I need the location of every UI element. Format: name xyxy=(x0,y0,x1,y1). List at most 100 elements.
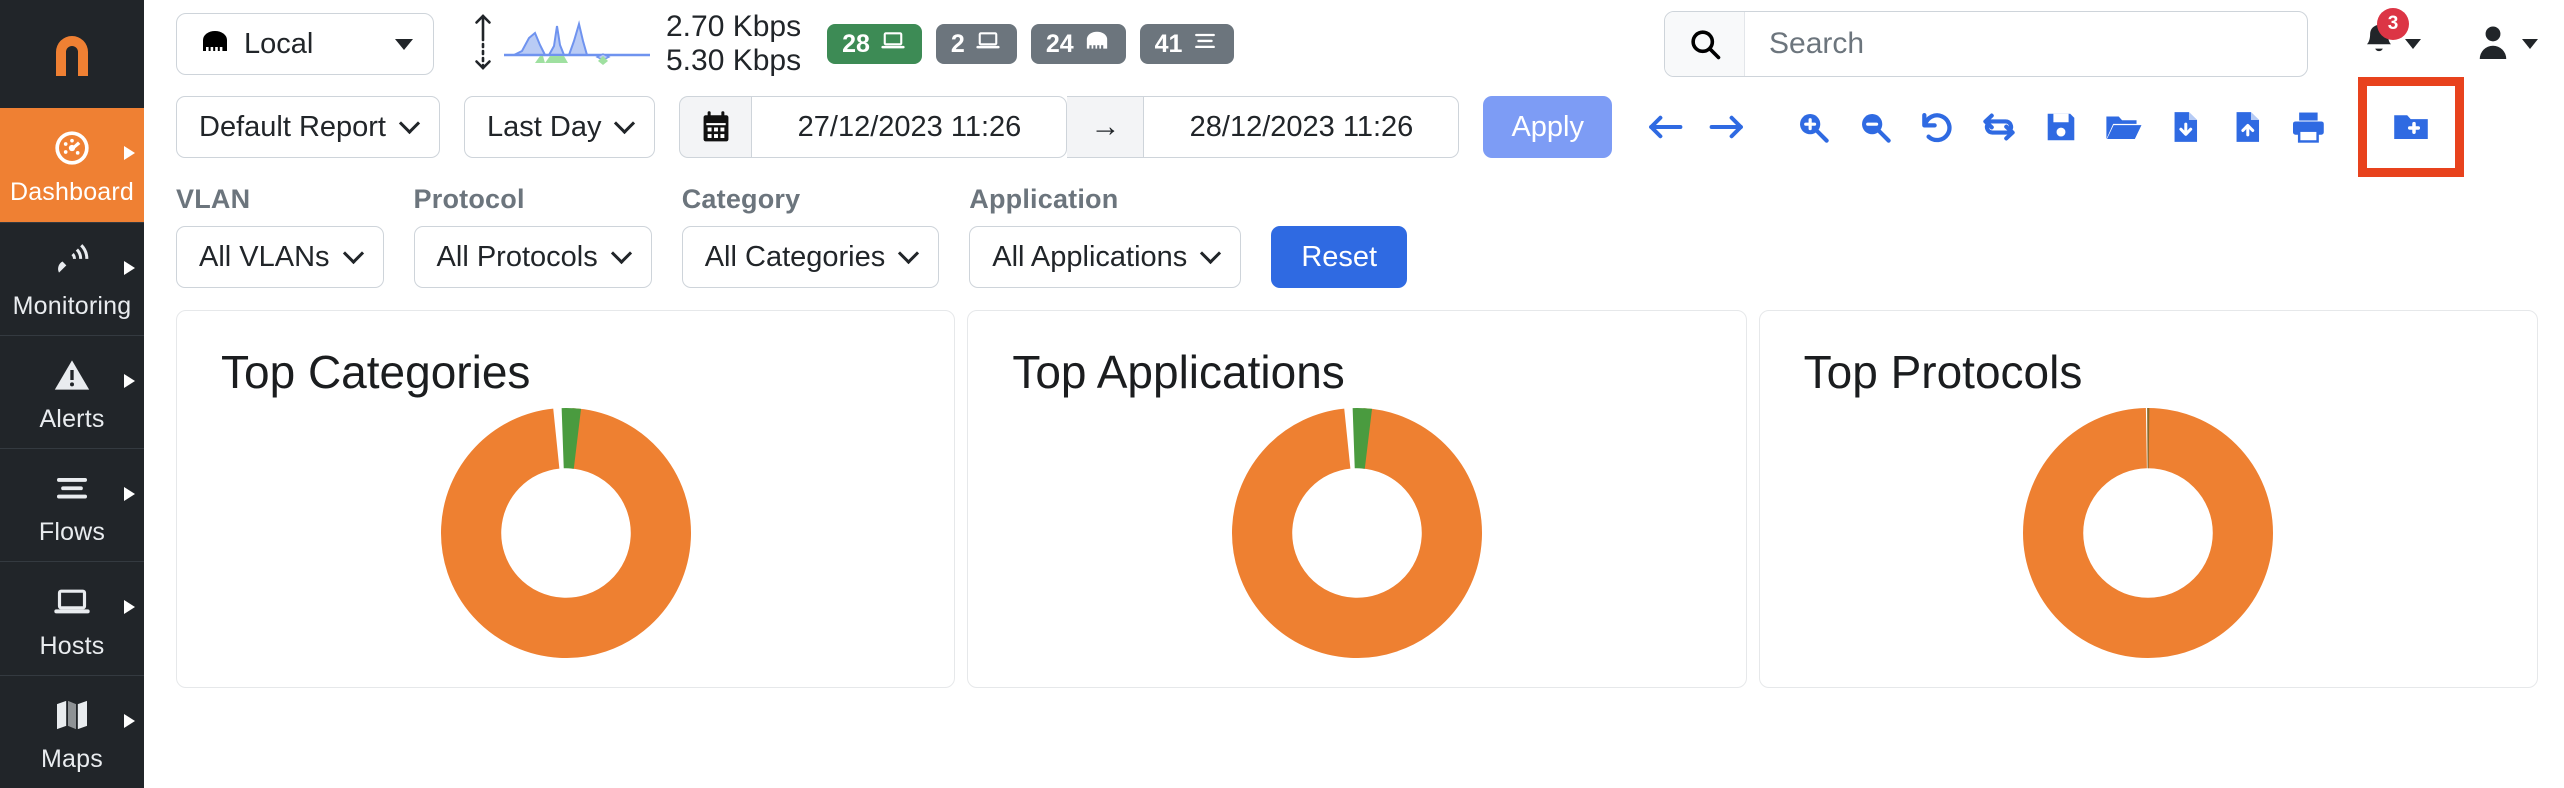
save-icon[interactable] xyxy=(2030,96,2092,158)
back-arrow-icon[interactable] xyxy=(1634,96,1696,158)
chevron-right-icon xyxy=(124,146,135,161)
range-arrow-icon: → xyxy=(1067,96,1144,158)
donut-chart-protocols[interactable] xyxy=(1804,407,2493,658)
time-preset-selector[interactable]: Last Day xyxy=(464,96,656,158)
traffic-indicator: 2.70 Kbps 5.30 Kbps xyxy=(470,10,801,77)
ntopng-logo[interactable] xyxy=(0,0,144,109)
filter-label: Category xyxy=(681,184,801,214)
filter-protocol[interactable]: All Protocols xyxy=(413,226,652,288)
filter-label: Protocol xyxy=(413,184,525,214)
laptop-icon xyxy=(52,579,92,625)
badge-hosts-remote[interactable]: 2 xyxy=(935,24,1017,64)
card-top-categories: Top Categories xyxy=(176,310,956,688)
gauge-icon xyxy=(52,125,92,171)
sidebar-item-label: Flows xyxy=(38,518,106,547)
report-value: Default Report xyxy=(199,110,386,143)
undo-icon[interactable] xyxy=(1906,96,1968,158)
filter-value: All VLANs xyxy=(199,240,330,273)
filter-label: VLAN xyxy=(176,184,251,214)
sidebar-item-monitoring[interactable]: Monitoring xyxy=(0,221,144,335)
chevron-down-icon xyxy=(898,242,920,265)
laptop-icon xyxy=(974,30,1002,59)
forward-arrow-icon[interactable] xyxy=(1696,96,1758,158)
search-icon[interactable] xyxy=(1665,12,1745,76)
folder-open-icon[interactable] xyxy=(2092,96,2154,158)
print-icon[interactable] xyxy=(2278,96,2340,158)
chevron-right-icon xyxy=(124,260,135,275)
chevron-right-icon xyxy=(124,713,135,728)
sidebar-item-flows[interactable]: Flows xyxy=(0,448,144,561)
app-root: Dashboard Monitoring Alerts Flows Hosts … xyxy=(0,0,2564,788)
sidebar-item-label: Alerts xyxy=(39,405,105,434)
download-rate: 5.30 Kbps xyxy=(666,44,802,77)
sidebar-item-label: Monitoring xyxy=(12,291,132,320)
calendar-icon[interactable] xyxy=(679,96,752,158)
search-input[interactable] xyxy=(1745,12,2307,76)
status-badges: 28 2 24 41 xyxy=(827,24,1235,64)
chevron-down-icon xyxy=(614,112,636,135)
topbar-right: 3 xyxy=(1664,7,2538,77)
badge-devices[interactable]: 24 xyxy=(1030,24,1126,64)
user-menu-button[interactable] xyxy=(2473,21,2538,68)
chevron-right-icon xyxy=(124,373,135,388)
main-content: Local 2.70 Kbps 5.30 Kbps 28 2 24 41 Sea… xyxy=(144,0,2564,788)
zoom-out-icon[interactable] xyxy=(1844,96,1906,158)
badge-value: 28 xyxy=(842,29,870,58)
chevron-down-icon xyxy=(2522,39,2538,49)
ethernet-port-icon xyxy=(199,29,231,60)
updown-arrows-icon xyxy=(470,11,496,78)
zoom-in-icon[interactable] xyxy=(1782,96,1844,158)
date-from-input[interactable]: 27/12/2023 11:26 xyxy=(751,96,1068,158)
sidebar-item-dashboard[interactable]: Dashboard xyxy=(0,108,144,222)
filter-category-group: Category All Categories xyxy=(681,184,940,288)
filter-application-group: Application All Applications xyxy=(969,184,1242,288)
sidebar-item-alerts[interactable]: Alerts xyxy=(0,334,144,448)
card-title: Top Applications xyxy=(1012,346,1345,398)
upload-rate: 2.70 Kbps xyxy=(666,10,802,44)
sidebar-item-label: Hosts xyxy=(39,631,105,660)
chevron-down-icon xyxy=(1200,242,1222,265)
donut-chart-applications[interactable] xyxy=(1012,407,1701,658)
refresh-icon[interactable] xyxy=(1968,96,2030,158)
filter-application[interactable]: All Applications xyxy=(969,226,1242,288)
apply-button[interactable]: Apply xyxy=(1483,96,1612,158)
laptop-icon xyxy=(879,30,907,59)
search-box[interactable] xyxy=(1664,11,2308,77)
badge-hosts-local[interactable]: 28 xyxy=(827,24,922,64)
filter-category[interactable]: All Categories xyxy=(681,226,940,288)
ethernet-port-icon xyxy=(1083,30,1111,59)
date-to-input[interactable]: 28/12/2023 11:26 xyxy=(1143,96,1460,158)
filter-vlan[interactable]: All VLANs xyxy=(176,226,384,288)
map-icon xyxy=(52,692,92,738)
file-upload-icon[interactable] xyxy=(2216,96,2278,158)
file-download-icon[interactable] xyxy=(2154,96,2216,158)
dashboard-cards: Top Categories Top Applications Top Prot… xyxy=(144,288,2564,688)
interface-selector[interactable]: Local xyxy=(176,13,434,75)
filter-value: All Protocols xyxy=(436,240,598,273)
sidebar-item-hosts[interactable]: Hosts xyxy=(0,561,144,674)
card-title: Top Protocols xyxy=(1803,346,2083,398)
date-range-picker: 27/12/2023 11:26 → 28/12/2023 11:26 xyxy=(679,96,1460,158)
user-icon xyxy=(2473,21,2513,68)
filter-value: All Applications xyxy=(992,240,1188,273)
filter-label: Application xyxy=(969,184,1119,214)
filter-value: All Categories xyxy=(704,240,886,273)
chevron-right-icon xyxy=(124,600,135,615)
toolbar-actions xyxy=(1634,77,2464,177)
notifications-button[interactable]: 3 xyxy=(2360,7,2421,68)
folder-plus-icon[interactable] xyxy=(2380,96,2442,158)
donut-chart-categories[interactable] xyxy=(221,407,910,658)
notification-count: 3 xyxy=(2377,7,2409,40)
badge-flows[interactable]: 41 xyxy=(1139,24,1235,64)
chevron-down-icon xyxy=(395,38,413,50)
card-top-applications: Top Applications xyxy=(967,310,1747,688)
chevron-down-icon xyxy=(342,242,364,265)
sidebar-item-label: Dashboard xyxy=(9,177,135,206)
report-selector[interactable]: Default Report xyxy=(176,96,440,158)
time-preset-value: Last Day xyxy=(487,110,602,143)
badge-value: 41 xyxy=(1154,29,1183,58)
badge-value: 24 xyxy=(1045,29,1074,58)
reset-button[interactable]: Reset xyxy=(1271,226,1408,288)
radar-icon xyxy=(52,239,92,285)
sidebar-item-maps[interactable]: Maps xyxy=(0,674,144,788)
